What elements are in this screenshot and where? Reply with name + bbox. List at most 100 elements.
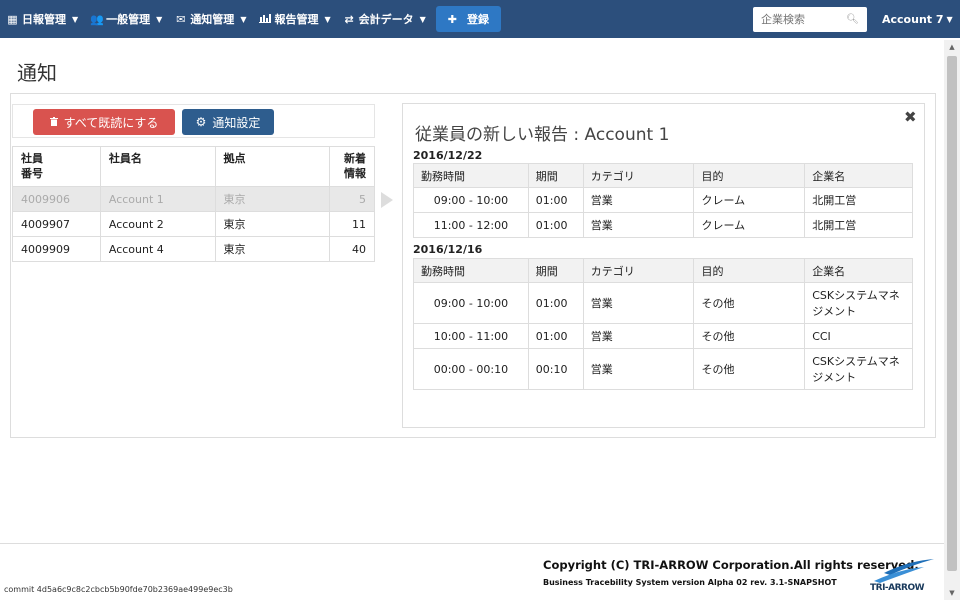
column-header: カテゴリ <box>582 258 695 283</box>
company-name: 北開工営 <box>804 212 913 238</box>
plus-icon: ✚ <box>447 12 457 26</box>
new-count: 40 <box>329 236 375 262</box>
work-time: 09:00 - 10:00 <box>413 187 529 213</box>
report-table: 勤務時間 期間 カテゴリ 目的 企業名 09:00 - 10:00 01:00 … <box>413 163 913 238</box>
mark-all-read-label: すべて既読にする <box>63 115 159 130</box>
work-time: 10:00 - 11:00 <box>413 323 529 349</box>
employee-id: 4009909 <box>12 236 101 262</box>
date-heading: 2016/12/22 <box>413 149 483 162</box>
work-time: 11:00 - 12:00 <box>413 212 529 238</box>
purpose: その他 <box>693 282 806 324</box>
column-header: 社員名 <box>99 146 216 187</box>
nav-label: 報告管理 <box>274 13 319 26</box>
company-search: 🔍︎ <box>753 7 867 32</box>
scroll-up-arrow-icon[interactable]: ▲ <box>944 40 960 54</box>
table-row: 09:00 - 10:00 01:00 営業 クレーム 北開工営 <box>413 187 913 213</box>
table-row[interactable]: 4009909 Account 4 東京 40 <box>12 236 375 262</box>
page-scrollbar[interactable]: ▲ ▼ <box>944 40 960 600</box>
nav-label: 一般管理 <box>106 13 151 26</box>
employee-location: 東京 <box>214 186 331 212</box>
employee-name: Account 1 <box>99 186 216 212</box>
category: 営業 <box>582 282 695 324</box>
register-button[interactable]: ✚ 登録 <box>435 6 501 32</box>
account-menu[interactable]: Account 7 ▼ <box>882 0 953 38</box>
table-row[interactable]: 4009907 Account 2 東京 11 <box>12 211 375 237</box>
table-row: 09:00 - 10:00 01:00 営業 その他 CSKシステムマネジメント <box>413 282 913 324</box>
category: 営業 <box>582 187 695 213</box>
column-header: 勤務時間 <box>413 163 529 188</box>
category: 営業 <box>582 212 695 238</box>
nav-menu-general[interactable]: 👥 一般管理 ▼ <box>84 0 168 38</box>
column-header: 期間 <box>527 163 584 188</box>
employee-id: 4009907 <box>12 211 101 237</box>
scroll-down-arrow-icon[interactable]: ▼ <box>944 586 960 600</box>
employee-location: 東京 <box>214 211 331 237</box>
nav-label: 日報管理 <box>22 13 66 26</box>
calendar-icon: ▦ <box>7 12 18 26</box>
employee-name: Account 2 <box>99 211 216 237</box>
search-icon[interactable]: 🔍︎ <box>846 14 859 25</box>
purpose: クレーム <box>693 187 806 213</box>
work-time: 09:00 - 10:00 <box>413 282 529 324</box>
trash-icon <box>49 115 58 129</box>
notification-settings-label: 通知設定 <box>212 115 261 130</box>
company-name: CSKシステムマネジメント <box>804 348 913 390</box>
gear-icon: ⚙ <box>195 115 207 129</box>
table-row: 10:00 - 11:00 01:00 営業 その他 CCI <box>413 323 913 349</box>
sync-icon: ⇄ <box>344 12 354 26</box>
nav-label: 通知管理 <box>190 13 235 26</box>
nav-menu-report[interactable]: 報告管理 ▼ <box>252 0 336 38</box>
purpose: その他 <box>693 348 806 390</box>
column-header: 期間 <box>527 258 584 283</box>
mark-all-read-button[interactable]: すべて既読にする <box>33 109 175 135</box>
employee-location: 東京 <box>214 236 331 262</box>
column-header: 企業名 <box>804 258 913 283</box>
logo-text: TRI-ARROW <box>870 583 925 593</box>
table-header-row: 勤務時間 期間 カテゴリ 目的 企業名 <box>413 258 913 283</box>
button-toolbar: すべて既読にする ⚙ 通知設定 <box>12 104 375 138</box>
column-header: 企業名 <box>804 163 913 188</box>
detail-title: 従業員の新しい報告 : Account 1 <box>415 125 670 145</box>
table-row[interactable]: 4009906 Account 1 東京 5 <box>12 186 375 212</box>
selected-row-arrow-icon <box>381 192 393 208</box>
nav-label: 会計データ <box>358 13 414 26</box>
version-text: Business Tracebility System version Alph… <box>543 578 837 587</box>
scroll-thumb[interactable] <box>947 56 957 571</box>
duration: 00:10 <box>527 348 584 390</box>
nav-menu-daily-report[interactable]: ▦ 日報管理 ▼ <box>0 0 84 38</box>
column-header: 勤務時間 <box>413 258 529 283</box>
table-row: 11:00 - 12:00 01:00 営業 クレーム 北開工営 <box>413 212 913 238</box>
company-name: CSKシステムマネジメント <box>804 282 913 324</box>
account-label: Account 7 <box>882 12 944 26</box>
caret-down-icon: ▼ <box>156 14 163 24</box>
duration: 01:00 <box>527 212 584 238</box>
purpose: クレーム <box>693 212 806 238</box>
nav-menu-accounting[interactable]: ⇄ 会計データ ▼ <box>337 0 432 38</box>
nav-menu-notification[interactable]: ✉ 通知管理 ▼ <box>168 0 252 38</box>
column-header: 新着情報 <box>329 146 375 187</box>
caret-down-icon: ▼ <box>324 14 331 24</box>
column-header: 目的 <box>693 258 806 283</box>
notification-settings-button[interactable]: ⚙ 通知設定 <box>182 109 274 135</box>
caret-down-icon: ▼ <box>419 14 426 24</box>
close-icon[interactable]: ✖ <box>904 108 917 126</box>
column-header: 目的 <box>693 163 806 188</box>
duration: 01:00 <box>527 323 584 349</box>
envelope-icon: ✉ <box>176 12 186 26</box>
bar-chart-icon <box>258 13 271 26</box>
page-title: 通知 <box>17 61 57 85</box>
footer-divider <box>0 543 944 544</box>
table-header-row: 勤務時間 期間 カテゴリ 目的 企業名 <box>413 163 913 188</box>
company-name: CCI <box>804 323 913 349</box>
table-row: 00:00 - 00:10 00:10 営業 その他 CSKシステムマネジメント <box>413 348 913 390</box>
purpose: その他 <box>693 323 806 349</box>
employee-table: 社員番号 社員名 拠点 新着情報 4009906 Account 1 東京 5 … <box>12 146 375 262</box>
new-count: 5 <box>329 186 375 212</box>
column-header: カテゴリ <box>582 163 695 188</box>
commit-hash: commit 4d5a6c9c8c2cbcb5b90fde70b2369ae49… <box>4 585 233 594</box>
table-header-row: 社員番号 社員名 拠点 新着情報 <box>12 146 375 187</box>
company-search-input[interactable] <box>761 13 841 26</box>
duration: 01:00 <box>527 282 584 324</box>
caret-down-icon: ▼ <box>946 14 953 24</box>
duration: 01:00 <box>527 187 584 213</box>
